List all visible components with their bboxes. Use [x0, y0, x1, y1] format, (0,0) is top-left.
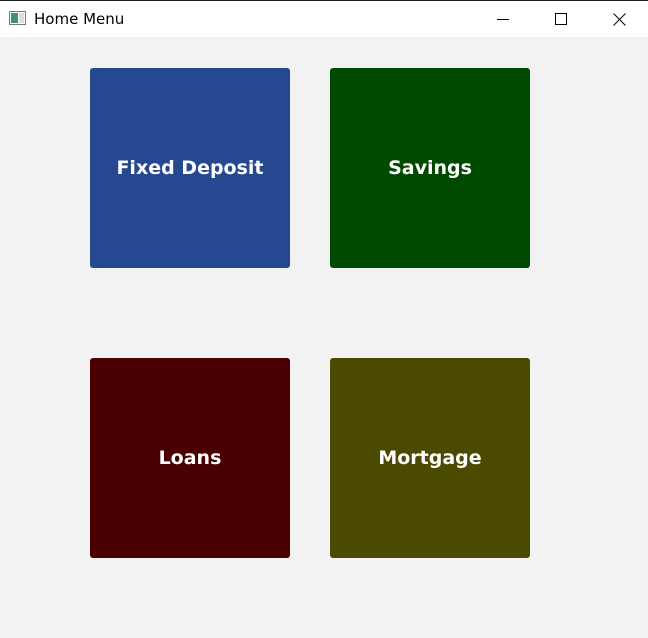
close-icon [612, 12, 626, 26]
title-bar[interactable]: Home Menu [0, 1, 648, 37]
fixed-deposit-button[interactable]: Fixed Deposit [90, 68, 290, 268]
savings-label: Savings [388, 157, 472, 179]
loans-label: Loans [158, 447, 222, 469]
loans-button[interactable]: Loans [90, 358, 290, 558]
maximize-button[interactable] [538, 1, 584, 37]
minimize-button[interactable] [480, 1, 526, 37]
window-title: Home Menu [34, 10, 125, 28]
mortgage-label: Mortgage [378, 447, 482, 469]
maximize-icon [555, 13, 567, 25]
close-button[interactable] [596, 1, 642, 37]
fixed-deposit-label: Fixed Deposit [116, 157, 264, 179]
savings-button[interactable]: Savings [330, 68, 530, 268]
app-window: Home Menu Fixed Deposit Savings Loans Mo… [0, 0, 648, 638]
app-icon [9, 11, 26, 25]
mortgage-button[interactable]: Mortgage [330, 358, 530, 558]
minimize-icon [497, 19, 509, 20]
